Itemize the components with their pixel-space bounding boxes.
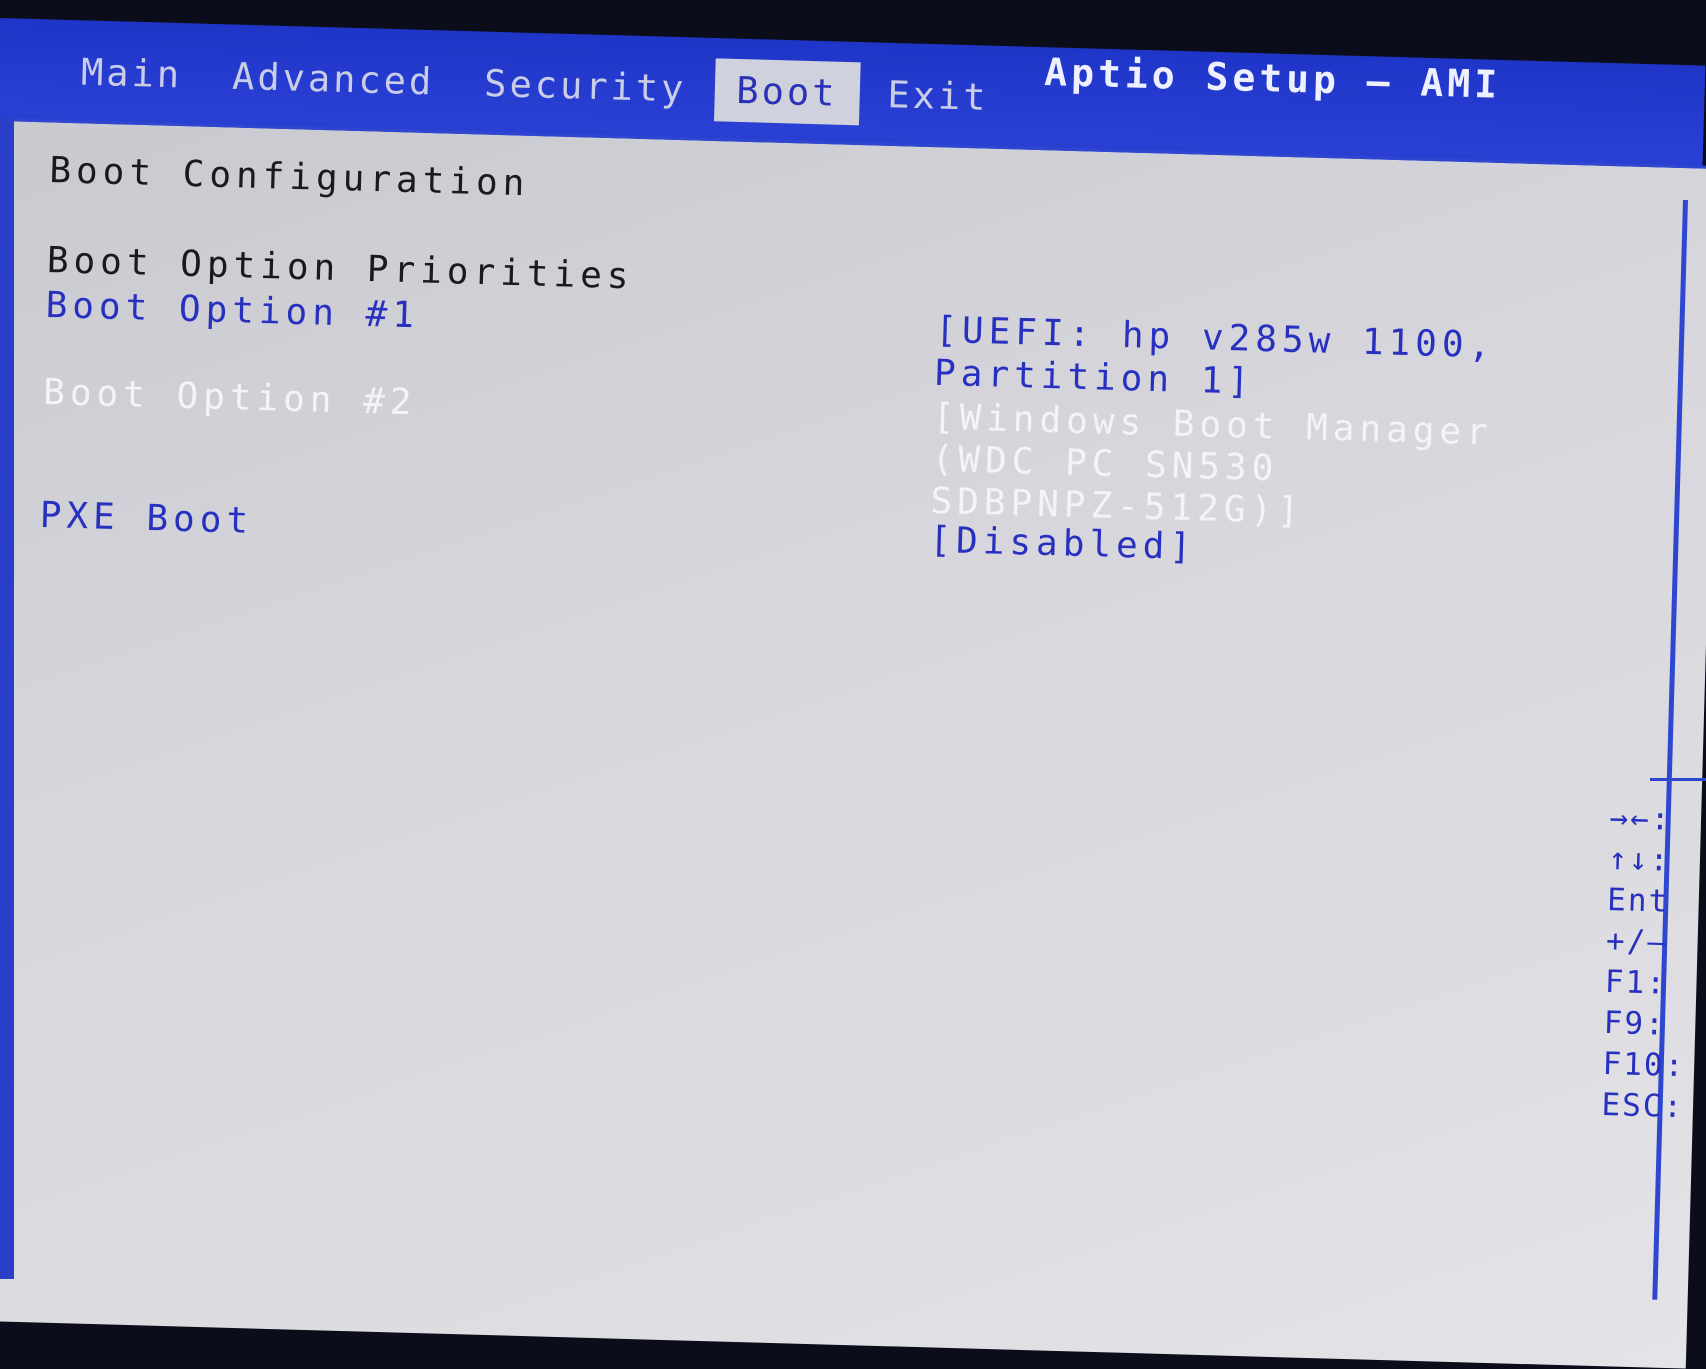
tab-main[interactable]: Main (58, 40, 205, 107)
pxe-boot-label[interactable]: PXE Boot (39, 495, 253, 542)
pxe-boot-value[interactable]: [Disabled] (929, 520, 1197, 568)
help-key-enter: Ent (1606, 881, 1670, 920)
help-key-f1: F1: (1604, 963, 1668, 1002)
help-key-f10: F10: (1602, 1045, 1686, 1085)
up-down-arrows-icon: ↑↓: (1607, 840, 1671, 879)
tab-advanced[interactable]: Advanced (209, 44, 457, 114)
tab-security[interactable]: Security (461, 51, 709, 121)
left-border (0, 118, 14, 1279)
help-panel: →←: ↑↓: Ent +/– F1: F9: F10: ESC: (1601, 800, 1693, 1130)
help-key-f9: F9: (1603, 1004, 1667, 1043)
help-key-plus-minus: +/– (1605, 922, 1669, 961)
left-right-arrows-icon: →←: (1608, 800, 1672, 838)
tab-boot[interactable]: Boot (713, 58, 861, 126)
tab-exit[interactable]: Exit (865, 63, 1012, 130)
help-key-esc: ESC: (1600, 1086, 1685, 1126)
help-divider (1650, 778, 1706, 781)
